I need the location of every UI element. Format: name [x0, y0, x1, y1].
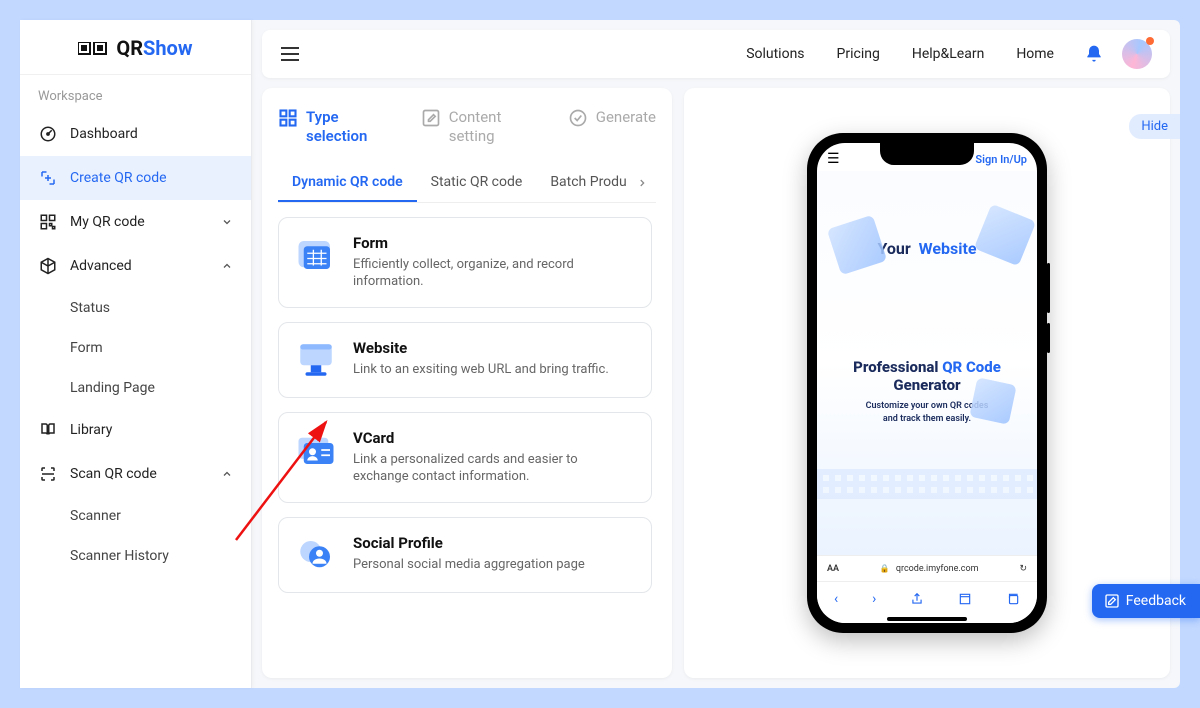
feedback-icon [1104, 593, 1120, 609]
tab-static-qr[interactable]: Static QR code [417, 164, 537, 202]
sidebar-item-advanced[interactable]: Advanced [20, 244, 251, 288]
sidebar-sub-landing-page[interactable]: Landing Page [20, 368, 251, 408]
sidebar-item-scan-qr[interactable]: Scan QR code [20, 452, 251, 496]
sidebar-sub-scanner-history[interactable]: Scanner History [20, 536, 251, 576]
notification-bell-icon[interactable] [1084, 44, 1104, 64]
sidebar-item-label: Advanced [70, 258, 132, 274]
sidebar-item-label: My QR code [70, 214, 145, 230]
advanced-icon [38, 256, 58, 276]
chevron-up-icon [221, 260, 233, 272]
nav-help-learn[interactable]: Help&Learn [912, 46, 984, 62]
back-icon[interactable]: ‹ [834, 591, 838, 607]
sidebar-sub-status[interactable]: Status [20, 288, 251, 328]
reload-icon[interactable]: ↻ [1019, 564, 1027, 574]
card-desc: Efficiently collect, organize, and recor… [353, 256, 635, 291]
text-size-icon[interactable]: AA [827, 564, 839, 574]
vcard-icon [295, 429, 337, 471]
social-icon [295, 534, 337, 576]
phone-url-text: qrcode.imyfone.com [896, 564, 979, 574]
card-website[interactable]: Website Link to an exsiting web URL and … [278, 322, 652, 398]
card-desc: Link a personalized cards and easier to … [353, 451, 635, 486]
scan-icon [38, 464, 58, 484]
sidebar-sub-form[interactable]: Form [20, 328, 251, 368]
card-title: Form [353, 234, 635, 252]
phone-menu-icon[interactable]: ☰ [827, 151, 840, 167]
card-desc: Link to an exsiting web URL and bring tr… [353, 361, 609, 379]
website-icon [295, 339, 337, 381]
feedback-label: Feedback [1126, 593, 1186, 609]
logo[interactable]: QRShow [20, 20, 251, 75]
card-form[interactable]: Form Efficiently collect, organize, and … [278, 217, 652, 308]
nav-solutions[interactable]: Solutions [746, 46, 804, 62]
card-title: VCard [353, 429, 635, 447]
phone-frame: ☰ Sign In/Up Your Website [807, 133, 1047, 633]
bookmarks-icon[interactable] [958, 592, 972, 606]
stepper: Type selection Content setting Generate [278, 108, 656, 146]
nav-pricing[interactable]: Pricing [837, 46, 880, 62]
qr-type-tabs: Dynamic QR code Static QR code Batch Pro… [278, 164, 656, 203]
chevron-up-icon [221, 468, 233, 480]
logo-text-suffix: Show [143, 36, 193, 60]
sidebar-item-label: Scan QR code [70, 466, 157, 482]
card-social-profile[interactable]: Social Profile Personal social media agg… [278, 517, 652, 593]
step-type-selection[interactable]: Type selection [278, 108, 399, 146]
logo-text-prefix: QR [116, 36, 143, 60]
forward-icon[interactable]: › [872, 591, 876, 607]
dashboard-icon [38, 124, 58, 144]
main-panel: Type selection Content setting Generate … [262, 88, 672, 678]
phone-notch [880, 143, 974, 165]
hide-preview-button[interactable]: Hide [1129, 114, 1180, 139]
user-avatar[interactable] [1122, 39, 1152, 69]
home-indicator [817, 615, 1037, 623]
check-circle-icon [568, 108, 588, 128]
card-title: Social Profile [353, 534, 585, 552]
sidebar-item-my-qr[interactable]: My QR code [20, 200, 251, 244]
sidebar-item-label: Library [70, 422, 112, 438]
feedback-button[interactable]: Feedback [1092, 584, 1200, 618]
form-icon [295, 234, 337, 276]
step-content-setting[interactable]: Content setting [421, 108, 546, 146]
nav-home[interactable]: Home [1016, 46, 1054, 62]
phone-signin-link[interactable]: Sign In/Up [975, 153, 1027, 166]
step-label: Type selection [306, 108, 399, 146]
logo-icon [78, 42, 108, 60]
decorative-cube [969, 377, 1016, 424]
share-icon[interactable] [910, 592, 924, 606]
phone-toolbar: ‹ › [817, 581, 1037, 615]
sidebar-item-label: Dashboard [70, 126, 138, 142]
tab-dynamic-qr[interactable]: Dynamic QR code [278, 164, 417, 202]
decorative-grid [817, 469, 1037, 499]
step-label: Generate [596, 108, 656, 127]
sidebar: QRShow Workspace Dashboard Create QR cod… [20, 20, 252, 688]
tabs-scroll-right[interactable] [628, 164, 656, 202]
decorative-cube [827, 215, 887, 275]
step-label: Content setting [449, 108, 546, 146]
sidebar-item-create-qr[interactable]: Create QR code [20, 156, 251, 200]
sidebar-sub-scanner[interactable]: Scanner [20, 496, 251, 536]
tab-batch-produce[interactable]: Batch Produ [536, 164, 640, 202]
create-icon [38, 168, 58, 188]
step-generate[interactable]: Generate [568, 108, 656, 146]
library-icon [38, 420, 58, 440]
my-qr-icon [38, 212, 58, 232]
qr-type-cards[interactable]: Form Efficiently collect, organize, and … [278, 203, 656, 669]
tabs-icon[interactable] [1006, 592, 1020, 606]
topbar: Solutions Pricing Help&Learn Home [262, 30, 1170, 78]
sidebar-item-library[interactable]: Library [20, 408, 251, 452]
workspace-section-label: Workspace [20, 75, 251, 112]
card-title: Website [353, 339, 609, 357]
lock-icon: 🔒 [880, 564, 890, 573]
menu-toggle-icon[interactable] [280, 46, 300, 62]
chevron-down-icon [221, 216, 233, 228]
sidebar-item-dashboard[interactable]: Dashboard [20, 112, 251, 156]
phone-screen: ☰ Sign In/Up Your Website [817, 143, 1037, 623]
sidebar-item-label: Create QR code [70, 170, 167, 186]
phone-url-bar[interactable]: AA 🔒 qrcode.imyfone.com ↻ [817, 555, 1037, 581]
phone-body: Your Website Professional QR Code Genera… [817, 171, 1037, 555]
grid-icon [278, 108, 298, 128]
card-vcard[interactable]: VCard Link a personalized cards and easi… [278, 412, 652, 503]
edit-icon [421, 108, 441, 128]
card-desc: Personal social media aggregation page [353, 556, 585, 574]
